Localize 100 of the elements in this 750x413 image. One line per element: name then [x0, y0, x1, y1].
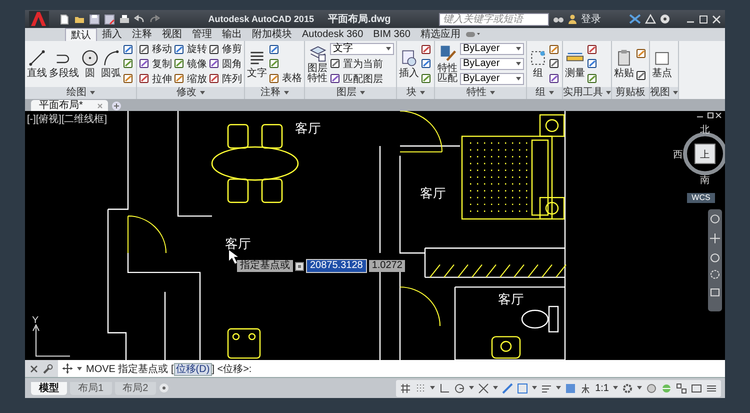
tool-button[interactable]: 特性匹配 [437, 44, 458, 84]
tool-icon[interactable] [123, 58, 134, 70]
user-icon[interactable] [568, 14, 577, 24]
tool-button[interactable]: 基点 [652, 49, 672, 79]
menu-icon[interactable] [706, 382, 717, 394]
caret-icon[interactable] [548, 91, 554, 95]
dropdown-field[interactable]: ByLayer [460, 58, 524, 70]
add-layout-icon[interactable] [159, 383, 170, 393]
coordinate-input[interactable]: 20875.3128 [306, 259, 367, 273]
layout-tab[interactable]: 布局2 [114, 382, 156, 394]
caret-icon[interactable] [420, 91, 424, 95]
tool-button[interactable]: 多段线 [49, 49, 79, 79]
caret-icon[interactable] [606, 91, 611, 95]
viewport-label[interactable]: [-][俯视][二维线框] [27, 112, 107, 126]
tool-button[interactable]: 移动 [139, 42, 172, 56]
maximize-icon[interactable] [691, 382, 702, 394]
tool-button[interactable]: 圆角 [209, 57, 242, 70]
circle-icon[interactable] [646, 382, 657, 394]
tool-button[interactable]: 表格 [269, 72, 302, 84]
ortho-icon[interactable] [439, 382, 450, 394]
tool-icon[interactable] [587, 44, 598, 55]
tool-button[interactable]: 组 [529, 49, 547, 79]
fill-icon[interactable] [565, 382, 576, 394]
tool-button[interactable]: 缩放 [174, 72, 207, 86]
ribbon-tab[interactable]: BIM 360 [368, 28, 416, 41]
ribbon-tab[interactable]: 精选应用 [415, 28, 466, 41]
printer-icon[interactable] [119, 14, 130, 24]
tool-icon[interactable] [421, 73, 432, 84]
restore-icon[interactable] [708, 112, 714, 118]
tool-icon[interactable] [421, 44, 432, 55]
ribbon-tab[interactable]: 输出 [217, 28, 247, 41]
layout-tab[interactable]: 布局1 [70, 382, 112, 394]
ribbon-tab[interactable]: 默认 [65, 28, 97, 41]
tool-button[interactable]: 圆 [81, 49, 99, 79]
redo-icon[interactable] [149, 14, 160, 24]
polar-icon[interactable] [454, 382, 466, 394]
logo-icon[interactable] [29, 11, 49, 27]
figure-icon[interactable] [580, 382, 592, 394]
caret-icon[interactable] [490, 91, 494, 95]
dropdown-field[interactable]: ByLayer [460, 72, 524, 85]
coordinate-input[interactable]: 1.0272 [368, 260, 406, 272]
tool-icon[interactable] [549, 58, 560, 70]
tool-icon[interactable] [587, 73, 598, 84]
caret-icon[interactable] [90, 91, 94, 95]
caret-icon[interactable] [673, 91, 678, 95]
sign-in-link[interactable]: 登录 [581, 12, 601, 26]
tool-icon[interactable] [587, 58, 598, 70]
scale-label[interactable]: 1:1 [595, 382, 609, 394]
wrench-icon[interactable] [43, 364, 53, 374]
tool-icon[interactable] [269, 44, 280, 54]
coordinate-system-badge[interactable]: WCS [687, 193, 715, 203]
ribbon-tab[interactable]: 管理 [187, 28, 217, 41]
tool-icon[interactable] [636, 48, 647, 58]
pan-icon[interactable] [710, 233, 720, 244]
tool-button[interactable]: 匹配图层 [330, 72, 383, 85]
tool-button[interactable]: 旋转 [174, 42, 207, 56]
ribbon-tab[interactable]: 附加模块 [247, 28, 297, 41]
tool-button[interactable]: 拉伸 [139, 72, 172, 86]
caret-icon[interactable] [200, 91, 204, 95]
tool-button[interactable]: 阵列 [209, 72, 242, 86]
network-icon[interactable] [676, 382, 687, 394]
grid-icon[interactable] [400, 382, 412, 394]
tool-button[interactable]: 插入 [399, 49, 419, 79]
tool-button[interactable]: 直线 [27, 49, 47, 79]
dropdown-field[interactable]: ByLayer [460, 43, 524, 56]
tool-icon[interactable] [636, 70, 647, 80]
close-icon[interactable] [30, 364, 38, 372]
add-tab-icon[interactable] [110, 101, 122, 111]
ribbon-tab[interactable]: 视图 [157, 28, 187, 41]
viewcube-ring[interactable] [683, 132, 725, 176]
ribbon-tab[interactable]: 插入 [97, 28, 127, 41]
minimize-icon[interactable] [696, 116, 704, 118]
window-icon[interactable] [517, 382, 528, 394]
layout-tab[interactable]: 模型 [31, 382, 67, 394]
tool-button[interactable]: 修剪 [209, 42, 242, 56]
dots-icon[interactable] [415, 382, 426, 394]
caret-icon[interactable] [360, 91, 364, 95]
tool-button[interactable]: 图层特性 [307, 44, 328, 84]
page-icon[interactable] [59, 14, 70, 24]
viewcube-face[interactable] [694, 144, 716, 164]
tool-icon[interactable] [123, 73, 134, 84]
tool-icon[interactable] [421, 58, 432, 70]
lines-icon[interactable] [541, 382, 552, 394]
tool-button[interactable]: 测量 [565, 49, 585, 79]
triangle-icon[interactable] [645, 14, 656, 24]
tool-button[interactable]: 镜像 [174, 57, 207, 70]
tool-button[interactable]: 复制 [139, 57, 172, 70]
tool-icon[interactable] [549, 44, 560, 55]
tool-icon[interactable] [269, 58, 280, 68]
document-tab[interactable]: 平面布局* [31, 100, 108, 111]
undo-icon[interactable] [134, 14, 145, 24]
tool-icon[interactable] [123, 44, 134, 55]
caret-icon[interactable] [284, 91, 288, 95]
ribbon-tab[interactable]: Autodesk 360 [297, 28, 368, 41]
tool-button[interactable]: 粘贴 [614, 49, 634, 79]
tool-button[interactable]: 置为当前 [330, 57, 383, 70]
tool-button[interactable]: 文字 [247, 49, 267, 79]
tool-button[interactable]: 圆弧 [101, 49, 121, 79]
command-option[interactable]: 位移(D) [174, 362, 212, 376]
dropdown-field[interactable]: 文字 [330, 43, 394, 55]
